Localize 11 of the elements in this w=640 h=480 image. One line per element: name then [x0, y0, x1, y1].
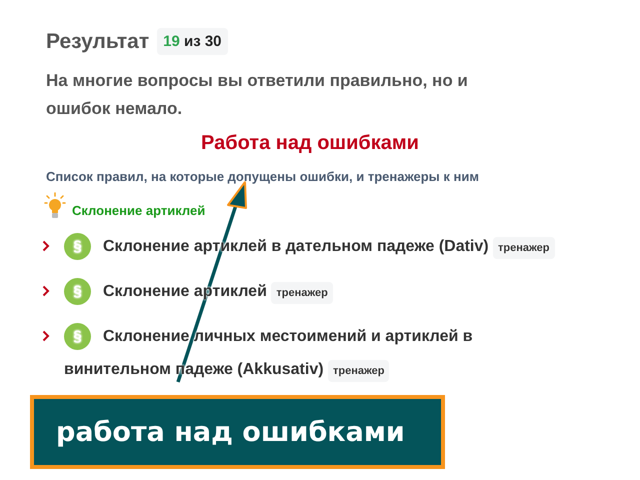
- topic-link[interactable]: Склонение артиклей: [72, 203, 206, 220]
- section-title: Работа над ошибками: [201, 132, 419, 154]
- section-subtitle: Список правил, на которые допущены ошибки, и тренажеры к ним: [46, 169, 480, 184]
- score-badge: 19 из 30: [157, 28, 228, 55]
- summary-text: На многие вопросы вы ответили правильно, но и ошибок немало.: [46, 70, 469, 120]
- light-bulb-icon: [44, 192, 66, 220]
- result-title: Результат: [46, 30, 150, 54]
- callout-text: работа над ошибками: [56, 416, 405, 448]
- chevron-right-icon[interactable]: [42, 240, 50, 252]
- chevron-right-icon[interactable]: [42, 285, 50, 297]
- chevron-right-icon[interactable]: [42, 330, 50, 342]
